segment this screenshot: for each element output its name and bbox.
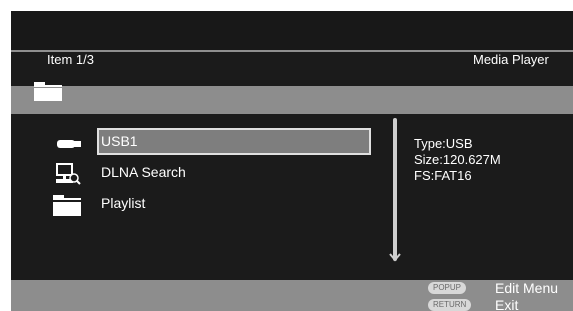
title-band	[11, 11, 573, 50]
selection-highlight	[97, 128, 371, 155]
list-item-label: DLNA Search	[101, 164, 186, 180]
app-title: Media Player	[473, 52, 549, 67]
popup-key-badge: POPUP	[428, 282, 467, 294]
item-details: Type:USB Size:120.627M FS:FAT16	[414, 136, 501, 184]
usb-drive-icon	[57, 140, 81, 148]
left-margin	[0, 0, 11, 311]
key-guide-bar	[11, 280, 573, 311]
item-counter: Item 1/3	[47, 52, 94, 67]
network-search-icon	[56, 163, 81, 185]
edit-menu-label[interactable]: Edit Menu	[495, 280, 558, 296]
scroll-down-arrow-icon	[389, 253, 401, 262]
list-item-label: USB1	[101, 133, 138, 149]
top-margin	[0, 0, 573, 11]
detail-size: Size:120.627M	[414, 152, 501, 167]
return-key-badge: RETURN	[428, 299, 472, 311]
folder-icon	[34, 82, 62, 101]
path-bar	[11, 86, 573, 114]
folder-icon	[53, 195, 81, 216]
exit-label[interactable]: Exit	[495, 297, 518, 311]
list-item-usb1[interactable]: USB1	[43, 128, 377, 156]
list-item-playlist[interactable]: Playlist	[43, 190, 377, 218]
media-player-screen: Item 1/3 Media Player USB1 DLNA Search P…	[0, 0, 573, 311]
detail-type: Type:USB	[414, 136, 473, 151]
scrollbar[interactable]	[393, 118, 397, 261]
list-item-dlna-search[interactable]: DLNA Search	[43, 159, 377, 187]
detail-fs: FS:FAT16	[414, 168, 472, 183]
list-item-label: Playlist	[101, 195, 146, 211]
